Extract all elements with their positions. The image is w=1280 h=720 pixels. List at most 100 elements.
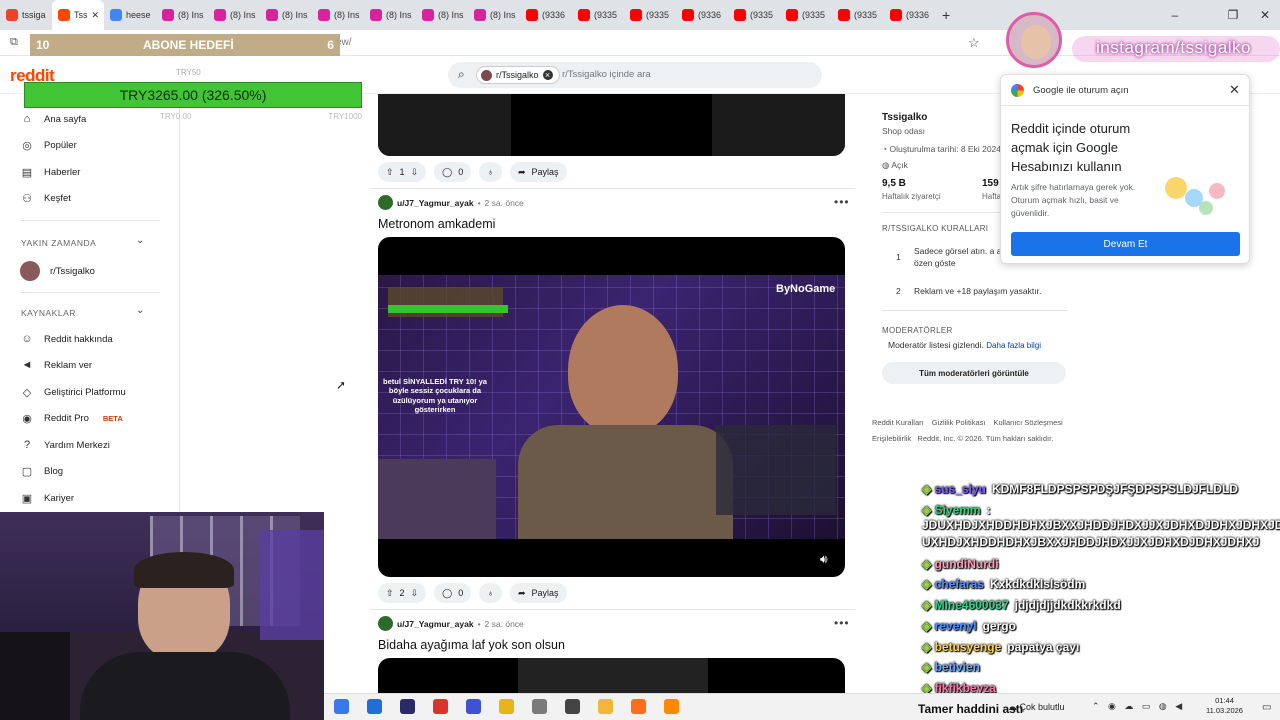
upvote-icon[interactable]: ⇧ [386, 588, 394, 599]
chip-close-icon[interactable]: × [542, 70, 553, 80]
mods-more-link[interactable]: Daha fazla bilgi [986, 341, 1041, 350]
comments-button[interactable]: ◯ 0 [434, 583, 472, 603]
post-media[interactable] [378, 658, 845, 698]
system-tray[interactable]: ⌃ ◉ ☁ ▭ ◍ ◀ [1092, 701, 1185, 712]
minimize-button[interactable]: – [1160, 0, 1190, 30]
share-button[interactable]: ➦ Paylaş [509, 583, 567, 603]
post-author[interactable]: u/J7_Yagmur_ayak [397, 198, 474, 208]
streamer-avatar-overlay [1006, 12, 1062, 68]
browser-tab[interactable]: (8) Ins [260, 0, 312, 30]
browser-tab[interactable]: (8) Ins [416, 0, 468, 30]
post-video[interactable]: ByNoGame betul SİNYALLEDİ TRY 10! ya böy… [378, 237, 845, 577]
sidebar-item-explore[interactable]: ⚇ Keşfet [20, 191, 71, 205]
browser-tab[interactable]: tssiga [0, 0, 52, 30]
sidebar-item-popular[interactable]: ◎ Popüler [20, 138, 77, 152]
clock[interactable]: 01:44 11.03.2026 [1206, 696, 1243, 716]
chevron-down-icon[interactable]: ⌄ [136, 305, 144, 316]
sidebar-item-home[interactable]: ⌂ Ana sayfa [20, 112, 87, 126]
sidebar-item-reddit-pro[interactable]: ◉ Reddit Pro BETA [20, 411, 123, 425]
browser-tab[interactable]: (9335 [728, 0, 780, 30]
taskbar-app-icon[interactable] [532, 699, 547, 714]
taskbar-app-icon[interactable] [565, 699, 580, 714]
sidebar-item-about[interactable]: ☺ Reddit hakkında [20, 332, 112, 346]
sidebar-item-help[interactable]: ? Yardım Merkezi [20, 438, 110, 452]
search-input[interactable]: r/Tssigalko içinde ara [562, 69, 651, 80]
downvote-icon[interactable]: ⇩ [411, 588, 419, 599]
downvote-icon[interactable]: ⇩ [411, 167, 419, 178]
browser-tab[interactable]: (8) Ins [364, 0, 416, 30]
browser-tab[interactable]: (9336 [520, 0, 572, 30]
weather-widget[interactable]: ☁︎ Çok bulutlu [1008, 702, 1065, 713]
rule-text[interactable]: Reklam ve +18 paylaşım yasaktır. [914, 286, 1074, 296]
upvote-icon[interactable]: ⇧ [386, 167, 394, 178]
browser-tab[interactable]: Tss ✕ [52, 0, 104, 30]
more-options-icon[interactable]: ••• [834, 195, 850, 209]
taskbar-app-icon[interactable] [631, 699, 646, 714]
subreddit-search-chip[interactable]: r/Tssigalko × [476, 66, 560, 84]
tab-close-icon[interactable]: ✕ [92, 10, 100, 21]
taskbar-app-icon[interactable] [367, 699, 382, 714]
new-tab-button[interactable]: + [936, 0, 956, 30]
restore-button[interactable]: ❐ [1218, 0, 1248, 30]
browser-tab[interactable]: (8) Ins [156, 0, 208, 30]
view-all-mods-button[interactable]: Tüm moderatörleri görüntüle [882, 362, 1066, 384]
close-window-button[interactable]: ✕ [1250, 0, 1280, 30]
award-button[interactable]: ♁ [479, 162, 502, 182]
browser-tab[interactable]: heese [104, 0, 156, 30]
browser-tab[interactable]: (9335 [780, 0, 832, 30]
recent-header[interactable]: YAKIN ZAMANDA [21, 238, 96, 248]
sidebar-item-news[interactable]: ▤ Haberler [20, 165, 81, 179]
browser-tab[interactable]: (9336 [676, 0, 728, 30]
post-title[interactable]: Bidaha ayağıma laf yok son olsun [378, 638, 565, 652]
community-visibility: ◍ Açık [882, 160, 908, 170]
tab-favicon-icon [214, 9, 226, 21]
tab-favicon-icon [890, 9, 902, 21]
post-title[interactable]: Metronom amkademi [378, 217, 495, 231]
continue-button[interactable]: Devam Et [1011, 232, 1240, 256]
taskbar-app-icon[interactable] [466, 699, 481, 714]
post-action-row: ⇧ 2 ⇩ ◯ 0 ♁ ➦ Paylaş [378, 583, 567, 603]
taskbar-app-icon[interactable] [499, 699, 514, 714]
comments-button[interactable]: ◯ 0 [434, 162, 472, 182]
post-media[interactable] [378, 94, 845, 156]
search-bar[interactable]: ⌕ r/Tssigalko × r/Tssigalko içinde ara [448, 62, 822, 88]
more-options-icon[interactable]: ••• [834, 616, 850, 630]
resources-header[interactable]: KAYNAKLAR [21, 308, 76, 318]
footer-link[interactable]: Reddit Kuralları [872, 418, 924, 427]
taskbar-app-icon[interactable] [334, 699, 349, 714]
post-author[interactable]: u/J7_Yagmur_ayak [397, 619, 474, 629]
browser-tab[interactable]: (9335 [832, 0, 884, 30]
taskbar-app-icon[interactable] [433, 699, 448, 714]
volume-icon[interactable]: 🔊︎ [820, 552, 828, 567]
bookmark-star-icon[interactable]: ☆ [968, 35, 980, 51]
taskbar-app-icon[interactable] [598, 699, 613, 714]
chat-message: UXHDJXHDDHDHXJBXXJHDDJHDXJJXJDHXDJDHXJDH… [922, 535, 1259, 549]
browser-tab[interactable]: (9335 [624, 0, 676, 30]
taskbar-app-icon[interactable] [664, 699, 679, 714]
sidebar-item-careers[interactable]: ▣ Kariyer [20, 491, 74, 505]
browser-tab[interactable]: (8) Ins [468, 0, 520, 30]
vote-pill[interactable]: ⇧ 2 ⇩ [378, 583, 427, 603]
browser-tab[interactable]: (8) Ins [208, 0, 260, 30]
share-button[interactable]: ➦ Paylaş [509, 162, 567, 182]
footer-link[interactable]: Gizlilik Politikası [932, 418, 986, 427]
avatar[interactable] [378, 195, 393, 210]
browser-tab[interactable]: (9335 [572, 0, 624, 30]
chevron-down-icon[interactable]: ⌄ [136, 235, 144, 246]
browser-tab[interactable]: (9336 [884, 0, 936, 30]
taskbar-app-icon[interactable] [400, 699, 415, 714]
sidebar-item-developer[interactable]: ◇ Geliştirici Platformu [20, 385, 126, 399]
sidebar-item-recent-tssigalko[interactable]: r/Tssigalko [20, 261, 95, 281]
notification-icon[interactable]: ▭ [1262, 702, 1271, 713]
sidebar-item-advertise[interactable]: ◄ Reklam ver [20, 358, 93, 372]
browser-tab[interactable]: (8) Ins [312, 0, 364, 30]
code-icon: ◇ [22, 386, 32, 399]
footer-link[interactable]: Kullanıcı Sözleşmesi [993, 418, 1062, 427]
tab-search-icon[interactable]: ⧉ [10, 36, 18, 49]
close-icon[interactable]: ✕ [1229, 82, 1240, 98]
chat-username: sus_siyu [934, 482, 986, 496]
sidebar-item-blog[interactable]: ▢ Blog [20, 464, 63, 478]
avatar[interactable] [378, 616, 393, 631]
award-button[interactable]: ♁ [479, 583, 502, 603]
vote-pill[interactable]: ⇧ 1 ⇩ [378, 162, 427, 182]
